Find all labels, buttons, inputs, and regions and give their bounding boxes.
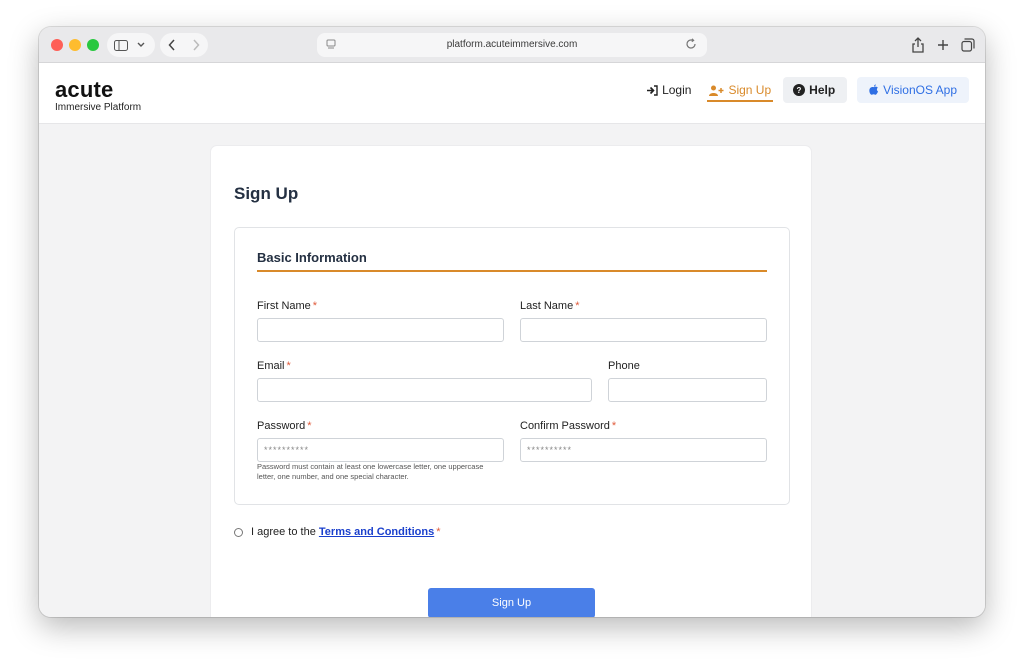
login-icon [647,84,658,96]
required-mark: * [436,526,441,538]
phone-label: Phone [608,360,640,372]
signup-card: Sign Up Basic Information First Name * La… [211,146,811,617]
main-nav: Login Sign Up ? Help VisionOS App [640,77,969,103]
last-name-field[interactable] [520,318,767,342]
nav-visionos-label: VisionOS App [883,83,957,97]
password-field[interactable] [257,438,504,462]
required-mark: * [575,300,580,312]
terms-link[interactable]: Terms and Conditions [319,526,434,538]
required-mark: * [312,300,318,312]
svg-text:?: ? [797,86,802,95]
apple-icon [869,84,879,95]
reload-icon[interactable] [685,38,697,50]
required-mark: * [611,420,617,432]
email-label: Email * [257,360,291,372]
nav-signup[interactable]: Sign Up [707,80,774,102]
terms-agreement: I agree to the Terms and Conditions * [234,526,440,538]
phone-field[interactable] [608,378,767,402]
logo-title[interactable]: acute [55,79,113,101]
forward-icon[interactable] [192,39,200,51]
nav-login[interactable]: Login [640,77,697,103]
nav-help-label: Help [809,83,836,97]
back-icon[interactable] [168,39,176,51]
required-mark: * [307,420,312,432]
agree-text: I agree to the Terms and Conditions * [251,526,441,538]
first-name-label: First Name * [257,300,318,312]
password-hint: Password must contain at least one lower… [257,462,484,481]
nav-visionos[interactable]: VisionOS App [857,77,969,103]
page-title: Sign Up [234,184,299,203]
share-icon[interactable] [911,37,925,53]
password-label: Password * [257,420,312,432]
browser-window: platform.acuteimmersive.com acute Immers… [39,27,985,617]
required-mark: * [286,360,291,372]
confirm-password-label: Confirm Password * [520,420,617,432]
section-divider [257,270,767,272]
nav-login-label: Login [662,83,692,97]
site-header: acute Immersive Platform Login Sign Up ?… [39,63,985,124]
last-name-label: Last Name * [520,300,580,312]
url-text: platform.acuteimmersive.com [446,39,578,50]
nav-signup-label: Sign Up [728,83,772,97]
email-field[interactable] [257,378,592,402]
confirm-password-field[interactable] [520,438,767,462]
browser-titlebar: platform.acuteimmersive.com [39,27,985,63]
user-plus-icon [709,85,724,96]
signup-submit-button[interactable]: Sign Up [428,588,595,617]
tab-overview-icon[interactable] [961,38,975,52]
address-bar[interactable]: platform.acuteimmersive.com [317,33,707,57]
chevron-down-icon [137,42,145,47]
new-tab-icon[interactable] [937,39,949,51]
history-nav [160,33,208,57]
sidebar-icon [114,39,128,51]
section-title: Basic Information [257,250,367,265]
logo-subtitle: Immersive Platform [55,102,142,113]
minimize-window-button[interactable] [69,39,81,51]
browser-actions [911,33,975,57]
web-page: acute Immersive Platform Login Sign Up ?… [39,63,985,617]
zoom-window-button[interactable] [87,39,99,51]
sidebar-toggle-button[interactable] [107,33,155,57]
close-window-button[interactable] [51,39,63,51]
help-icon: ? [793,84,806,96]
terms-checkbox[interactable] [234,527,243,537]
first-name-field[interactable] [257,318,504,342]
basic-information-section: Basic Information First Name * Last Name *… [234,227,790,505]
nav-help[interactable]: ? Help [783,77,848,103]
